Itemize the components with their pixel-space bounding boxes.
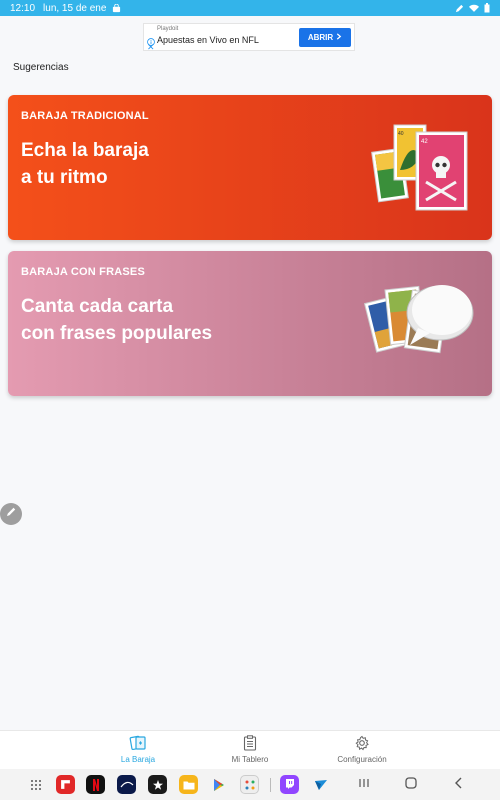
files-icon[interactable] — [179, 775, 198, 794]
card-text-line: a tu ritmo — [21, 167, 108, 188]
bottom-navigation: La Baraja Mi Tablero Configuración — [0, 730, 500, 769]
card-text-line: con frases populares — [21, 323, 213, 344]
ad-banner[interactable]: ✕ Playdoit Apuestas en Vivo en NFL ABRIR — [143, 23, 355, 52]
nav-la-baraja[interactable]: La Baraja — [93, 735, 183, 764]
play-store-icon[interactable] — [209, 775, 228, 794]
battery-icon — [484, 3, 490, 13]
app-icon[interactable] — [311, 775, 330, 794]
star-plus-icon[interactable] — [148, 775, 167, 794]
card-text-line: Echa la baraja — [21, 140, 149, 161]
flipboard-icon[interactable] — [56, 775, 75, 794]
twitch-icon[interactable] — [280, 775, 299, 794]
ad-advertiser: Playdoit — [157, 26, 179, 32]
deck-cards-illustration: 40 42 — [371, 124, 468, 211]
card-text: Echa la baraja a tu ritmo — [21, 137, 149, 191]
netflix-icon[interactable] — [86, 775, 105, 794]
nav-label: Mi Tablero — [231, 755, 269, 764]
nav-mi-tablero[interactable]: Mi Tablero — [205, 735, 295, 764]
gear-icon — [317, 735, 407, 753]
card-label: BARAJA CON FRASES — [21, 266, 146, 278]
nav-label: Configuración — [337, 755, 387, 764]
cards-icon — [93, 735, 183, 753]
card-text: Canta cada carta con frases populares — [21, 293, 212, 347]
dock-divider — [270, 778, 271, 792]
ad-close-icon[interactable]: ✕ — [147, 43, 155, 52]
status-date: lun, 15 de ene — [43, 2, 107, 14]
multi-apps-icon[interactable] — [240, 775, 259, 794]
pen-icon — [455, 4, 464, 13]
clipboard-icon — [205, 735, 295, 753]
edit-button[interactable] — [0, 503, 22, 525]
nav-configuracion[interactable]: Configuración — [317, 735, 407, 764]
system-dock — [0, 769, 500, 800]
status-time: 12:10 — [10, 2, 36, 14]
ad-headline[interactable]: Apuestas en Vivo en NFL — [157, 35, 259, 45]
ad-open-button[interactable]: ABRIR — [299, 28, 351, 47]
home-icon[interactable] — [404, 776, 418, 795]
svg-text:42: 42 — [421, 139, 428, 145]
pencil-icon — [5, 505, 17, 523]
phrase-cards-illustration — [363, 285, 474, 354]
disney-plus-icon[interactable] — [117, 775, 136, 794]
section-title: Sugerencias — [13, 62, 69, 73]
wifi-icon — [469, 4, 479, 13]
status-bar: 12:10 lun, 15 de ene — [0, 0, 500, 16]
card-baraja-con-frases[interactable]: BARAJA CON FRASES Canta cada carta con f… — [8, 251, 492, 396]
ad-open-label: ABRIR — [307, 33, 334, 42]
back-icon[interactable] — [452, 776, 466, 795]
card-text-line: Canta cada carta — [21, 296, 174, 317]
chevron-right-icon — [336, 33, 342, 42]
nav-label: La Baraja — [120, 755, 156, 764]
recent-apps-icon[interactable] — [357, 776, 371, 795]
apps-grid-icon[interactable] — [26, 775, 45, 794]
card-baraja-tradicional[interactable]: BARAJA TRADICIONAL Echa la baraja a tu r… — [8, 95, 492, 240]
card-label: BARAJA TRADICIONAL — [21, 110, 149, 122]
bag-icon — [112, 3, 121, 13]
svg-text:40: 40 — [398, 131, 404, 137]
